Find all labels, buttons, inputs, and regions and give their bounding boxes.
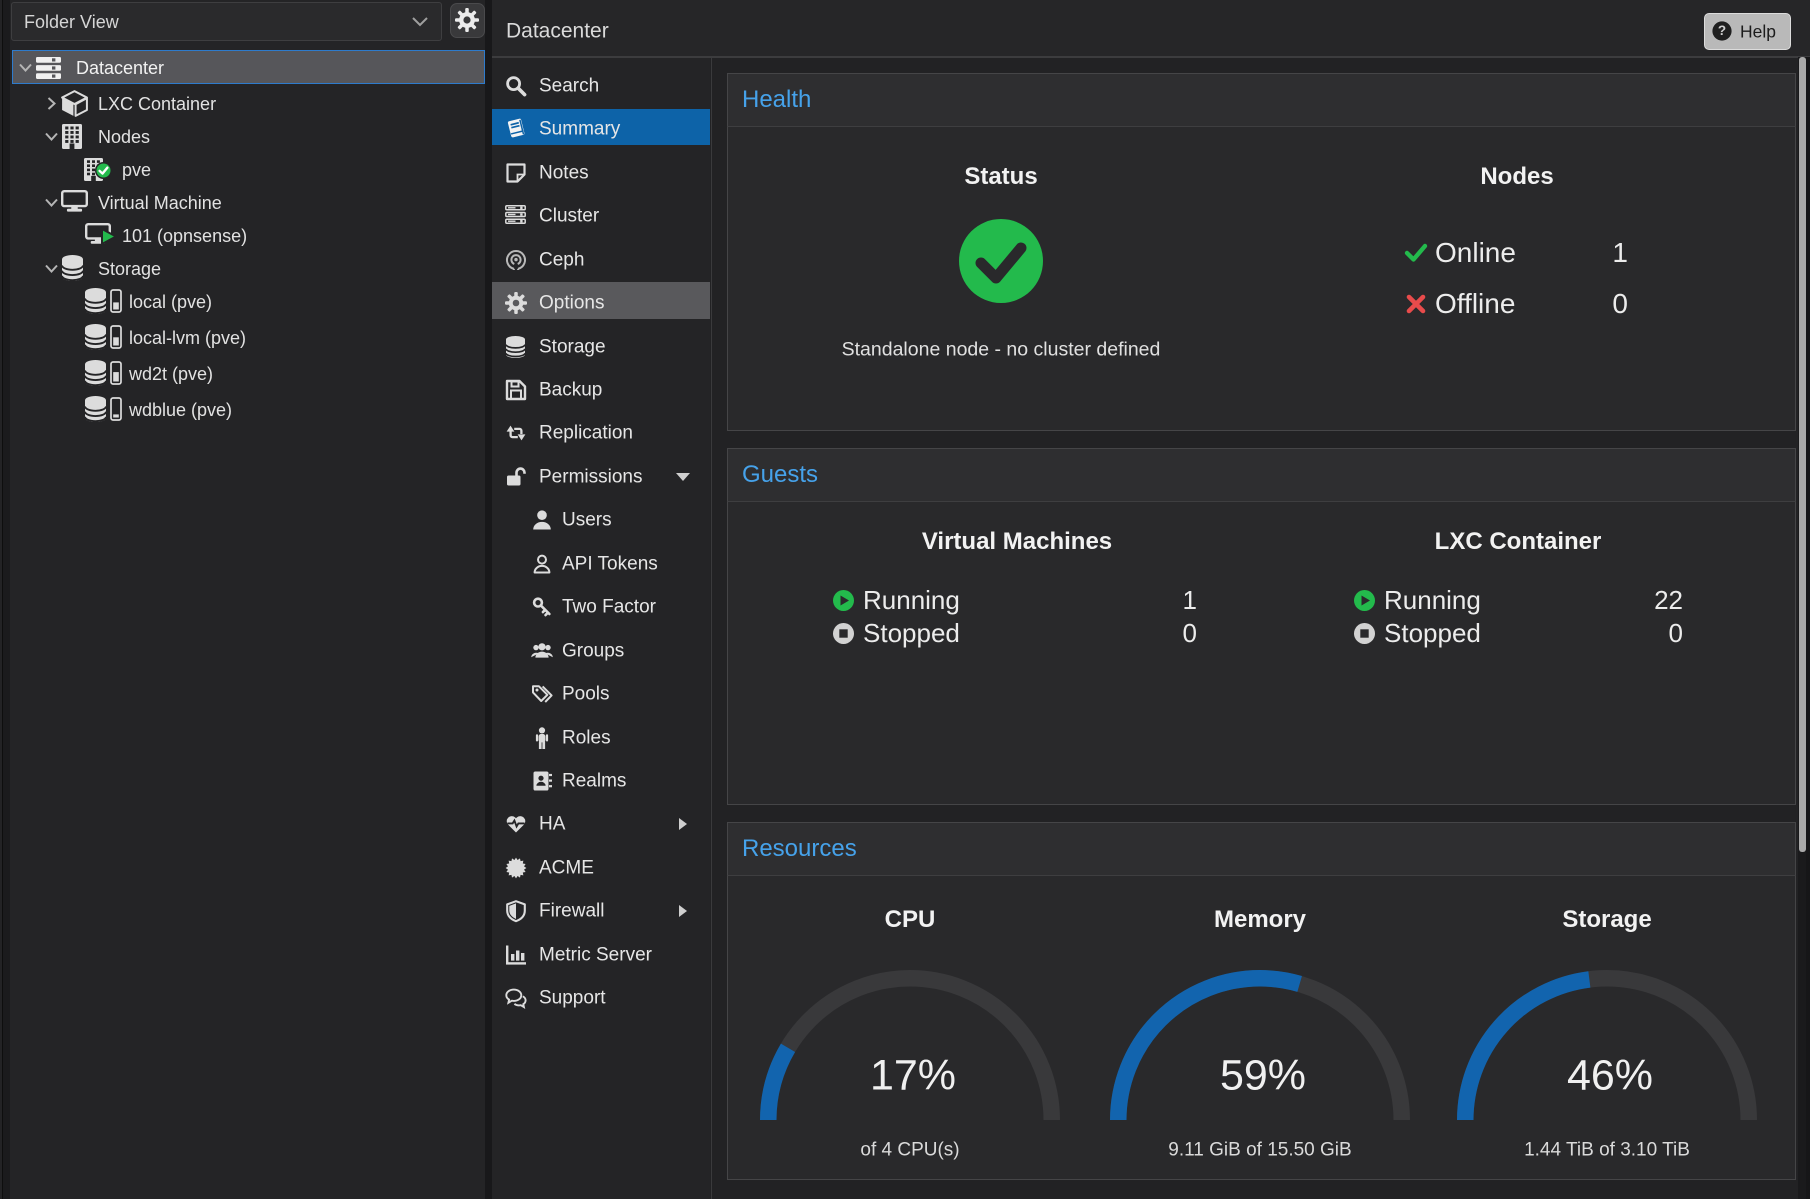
svg-text:?: ? (1718, 23, 1726, 38)
